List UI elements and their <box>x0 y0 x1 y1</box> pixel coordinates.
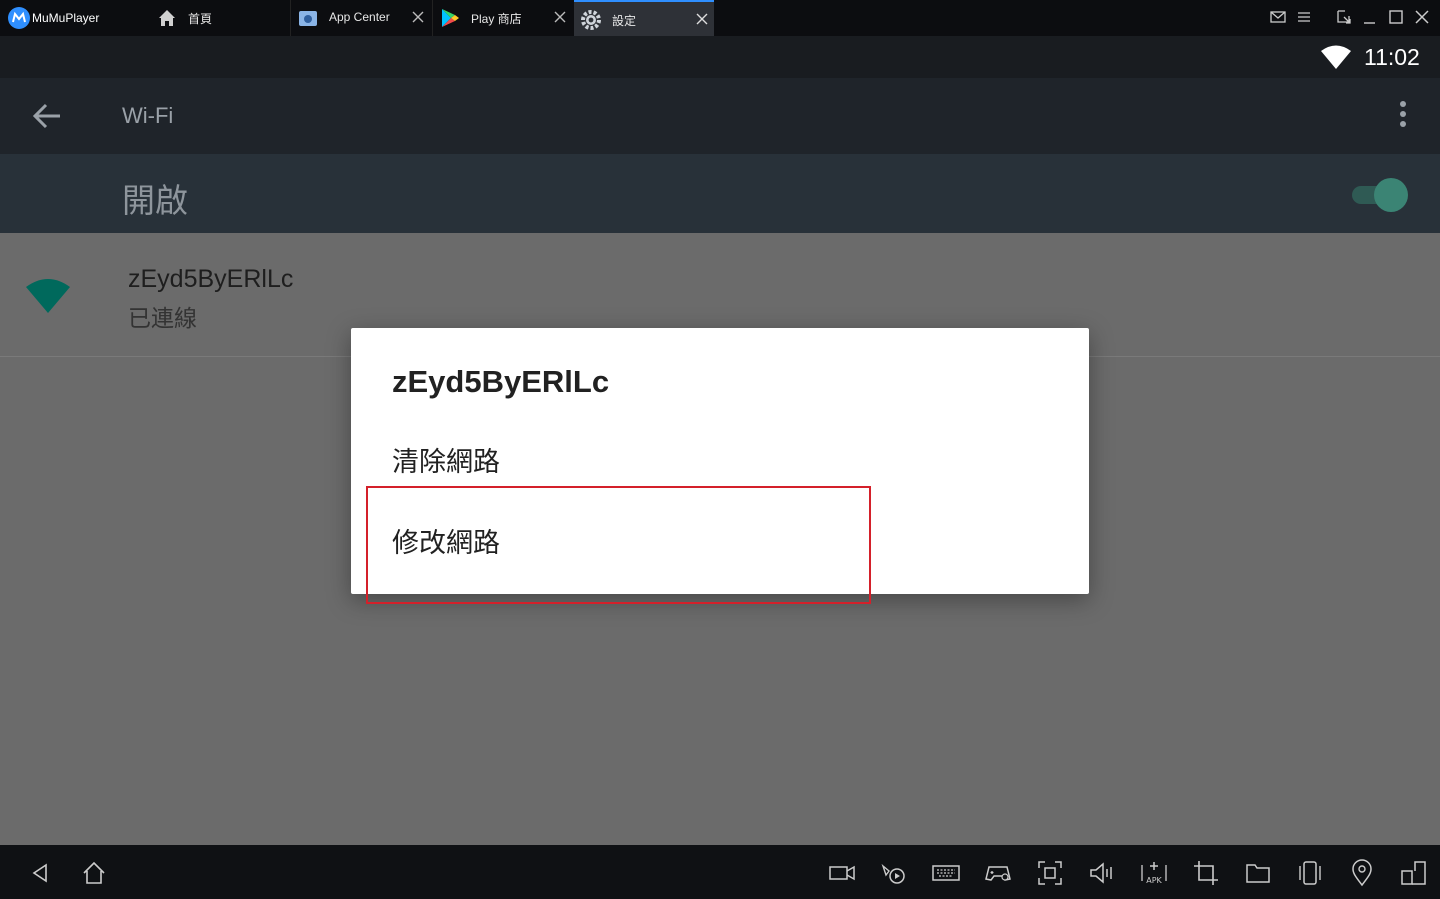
screen-record-icon[interactable] <box>828 859 856 887</box>
volume-icon[interactable] <box>1088 859 1116 887</box>
network-ssid: zEyd5ByERlLc <box>128 265 294 293</box>
close-window-icon[interactable] <box>1413 8 1431 26</box>
app-center-icon <box>297 7 319 29</box>
screenshot-icon[interactable] <box>1036 859 1064 887</box>
wifi-toggle[interactable] <box>1352 178 1408 212</box>
mumu-logo: MuMuPlayer <box>8 6 99 30</box>
status-time: 11:02 <box>1364 44 1420 70</box>
tab-play-store-label: Play 商店 <box>471 12 522 26</box>
install-apk-icon[interactable]: APK <box>1140 859 1168 887</box>
tab-app-center[interactable]: App Center <box>290 0 430 36</box>
folder-icon[interactable] <box>1244 859 1272 887</box>
crop-icon[interactable] <box>1192 859 1220 887</box>
mail-icon[interactable] <box>1269 8 1287 26</box>
settings-gear-icon <box>580 9 602 31</box>
wifi-master-switch-bar[interactable]: 開啟 <box>0 154 1440 233</box>
android-status-bar: 11:02 <box>0 36 1440 78</box>
toggle-thumb <box>1374 178 1408 212</box>
android-home-icon[interactable] <box>80 859 108 887</box>
android-back-icon[interactable] <box>26 859 54 887</box>
mumu-logo-icon <box>8 7 30 29</box>
forget-network-option[interactable]: 清除網路 <box>392 440 500 479</box>
maximize-icon[interactable] <box>1387 8 1405 26</box>
page-title: Wi-Fi <box>122 103 174 128</box>
menu-icon[interactable] <box>1295 8 1313 26</box>
tab-app-center-label: App Center <box>329 10 390 24</box>
tab-home[interactable]: 首頁 <box>150 0 288 36</box>
macro-replay-icon[interactable] <box>880 859 908 887</box>
highlight-box <box>366 486 871 604</box>
tab-home-label: 首頁 <box>188 12 213 26</box>
back-arrow-icon[interactable] <box>28 98 68 134</box>
close-icon[interactable] <box>694 11 710 27</box>
tab-settings-label: 設定 <box>612 14 637 28</box>
close-icon[interactable] <box>552 9 568 25</box>
shake-icon[interactable] <box>1296 859 1324 887</box>
master-switch-label: 開啟 <box>122 181 188 220</box>
wifi-network-icon <box>26 277 70 313</box>
location-icon[interactable] <box>1348 859 1376 887</box>
gamepad-icon[interactable] <box>984 859 1012 887</box>
emulator-titlebar: MuMuPlayer 首頁 App Center Play 商店 設定 <box>0 0 1440 36</box>
minimize-icon[interactable] <box>1361 8 1379 26</box>
play-store-icon <box>439 7 461 29</box>
multi-window-icon[interactable] <box>1400 859 1428 887</box>
tab-play-store[interactable]: Play 商店 <box>432 0 572 36</box>
tab-settings[interactable]: 設定 <box>574 0 714 36</box>
home-icon <box>156 7 178 29</box>
network-status: 已連線 <box>128 306 197 332</box>
wifi-signal-icon <box>1320 44 1352 70</box>
shrink-window-icon[interactable] <box>1335 8 1353 26</box>
brand-name: MuMuPlayer <box>32 11 100 25</box>
emulator-bottom-toolbar: APK <box>0 845 1440 899</box>
settings-app-bar: Wi-Fi <box>0 78 1440 154</box>
dialog-title: zEyd5ByERlLc <box>392 364 610 399</box>
keyboard-icon[interactable] <box>932 859 960 887</box>
close-icon[interactable] <box>410 9 426 25</box>
more-options-icon[interactable] <box>1390 98 1416 134</box>
svg-text:APK: APK <box>1146 876 1162 885</box>
